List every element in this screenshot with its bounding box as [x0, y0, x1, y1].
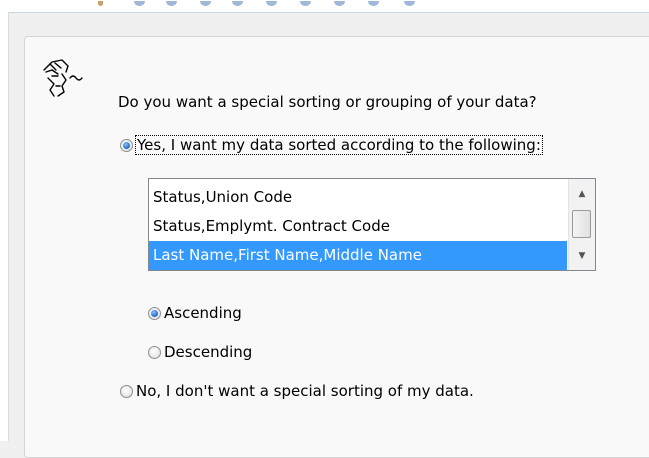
sort-option-item[interactable]: Status,Emplymt. Contract Code: [149, 212, 567, 241]
window-top-strip: [0, 0, 649, 13]
scroll-up-arrow-icon[interactable]: ▲: [569, 183, 595, 205]
descending-radio-button[interactable]: [148, 345, 161, 359]
sort-option-item[interactable]: Status,Union Code: [149, 183, 567, 212]
sort-option-item-selected[interactable]: Last Name,First Name,Middle Name: [149, 241, 567, 270]
descending-radio[interactable]: Descending: [148, 343, 252, 361]
yes-sort-radio[interactable]: Yes, I want my data sorted according to …: [120, 135, 543, 155]
toolbar-fragment: [334, 1, 345, 6]
scroll-down-arrow-icon[interactable]: ▼: [569, 245, 595, 267]
window-left-edge: [0, 12, 9, 441]
ascending-radio-label[interactable]: Ascending: [164, 304, 242, 322]
toolbar-fragment: [232, 1, 243, 6]
toolbar-fragment: [134, 1, 145, 6]
toolbar-fragment: [300, 1, 311, 6]
yes-sort-radio-button[interactable]: [120, 138, 133, 152]
descending-radio-label[interactable]: Descending: [164, 343, 252, 361]
ascending-radio[interactable]: Ascending: [148, 304, 242, 322]
sorting-question: Do you want a special sorting or groupin…: [118, 93, 537, 111]
sort-order-items: Status,Union Code Status,Emplymt. Contra…: [149, 183, 567, 270]
toolbar-fragment: [98, 1, 103, 6]
no-sort-radio[interactable]: No, I don't want a special sorting of my…: [120, 382, 474, 400]
toolbar-fragment: [404, 1, 415, 6]
ascending-radio-button[interactable]: [148, 306, 161, 320]
listbox-scrollbar[interactable]: ▲ ▼: [568, 179, 595, 270]
sort-order-listbox[interactable]: Status,Union Code Status,Emplymt. Contra…: [148, 178, 596, 271]
scroll-thumb[interactable]: [572, 210, 591, 238]
yes-sort-radio-label[interactable]: Yes, I want my data sorted according to …: [135, 135, 543, 155]
wizard-face-icon: [43, 59, 83, 97]
toolbar-fragment: [200, 1, 211, 6]
no-sort-radio-label[interactable]: No, I don't want a special sorting of my…: [136, 382, 474, 400]
no-sort-radio-button[interactable]: [120, 384, 133, 398]
toolbar-fragment: [266, 1, 277, 6]
toolbar-fragment: [166, 1, 177, 6]
toolbar-fragment: [368, 1, 379, 6]
